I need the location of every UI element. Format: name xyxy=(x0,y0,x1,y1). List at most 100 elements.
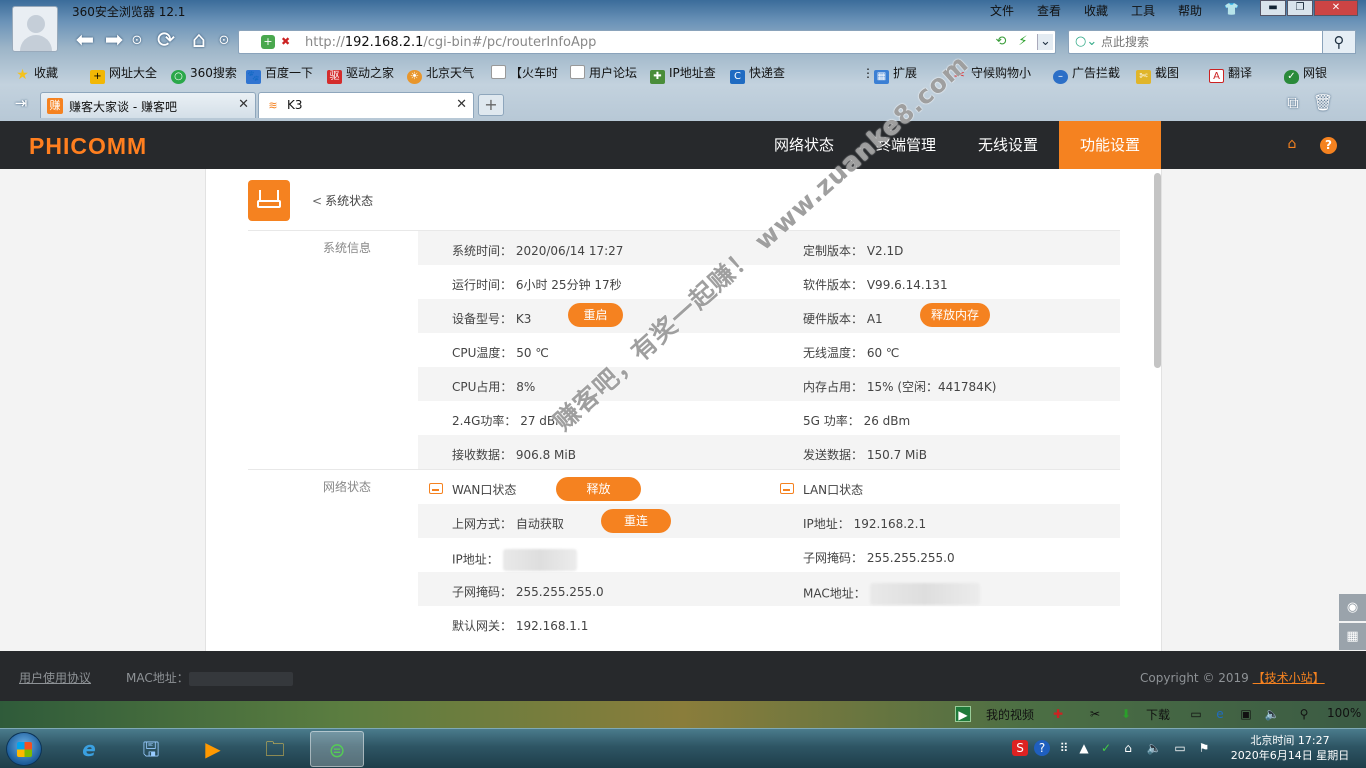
address-bar[interactable]: + ✖ http://192.168.2.1/cgi-bin#/pc/route… xyxy=(238,30,1056,54)
bookmark-adblock[interactable]: – 广告拦截 xyxy=(1053,64,1120,84)
bookmark-360-search[interactable]: ○ 360搜索 xyxy=(171,64,237,84)
new-tab-icon[interactable]: + xyxy=(478,94,504,116)
close-tab-icon[interactable]: ✕ xyxy=(238,97,249,112)
bookmark-translate[interactable]: A 翻译 xyxy=(1209,64,1252,83)
home-dropdown-icon[interactable]: ⊙ xyxy=(213,28,235,54)
bookmark-express[interactable]: C 快递查 xyxy=(730,64,785,84)
skin-icon[interactable]: 👕 xyxy=(1224,2,1239,16)
help-icon[interactable]: ? xyxy=(1320,137,1337,154)
start-button[interactable] xyxy=(6,732,42,766)
tab-zuanke[interactable]: 赚 赚客大家谈 - 赚客吧 ✕ xyxy=(40,92,256,118)
qr-code-icon[interactable]: ▦ xyxy=(1339,623,1366,650)
bookmark-online-bank[interactable]: ✓ 网银 xyxy=(1284,64,1327,84)
search-icon[interactable]: ⚲ xyxy=(1322,30,1356,54)
device-model: 设备型号： K3 xyxy=(452,312,532,326)
bookmark-url-directory[interactable]: + 网址大全 xyxy=(90,64,157,84)
search-engine-icon[interactable]: ○⌄ xyxy=(1075,34,1097,50)
window-icon[interactable]: ▣ xyxy=(1238,706,1254,722)
nav-function-settings[interactable]: 功能设置 xyxy=(1059,121,1161,169)
network-tray-icon[interactable]: ▭ xyxy=(1172,740,1188,756)
zoom-icon[interactable]: ⚲ xyxy=(1296,706,1312,722)
close-tab-icon[interactable]: ✕ xyxy=(456,97,467,112)
wan-default-gateway: 默认网关： 192.168.1.1 xyxy=(452,619,589,633)
browser-chrome: 360安全浏览器 12.1 文件 查看 收藏 工具 帮助 👕 ▬ ❐ ✕ ⬅ ➡… xyxy=(0,0,1366,121)
more-icon[interactable]: ⋮ xyxy=(862,64,874,82)
media-player-taskbar-icon[interactable]: ▶ xyxy=(186,731,240,767)
back-to-system-status[interactable]: < 系统状态 xyxy=(312,192,373,209)
explorer-taskbar-icon[interactable]: 🗀 xyxy=(248,731,302,767)
bookmark-train[interactable]: 【火车时 xyxy=(491,64,558,82)
zoom-level[interactable]: 100% xyxy=(1327,706,1361,720)
security-tray-icon[interactable]: ✓ xyxy=(1098,740,1114,756)
cpu-temperature: CPU温度： 50 ℃ xyxy=(452,346,549,360)
download-icon[interactable]: ⬇ xyxy=(1118,706,1134,722)
search-input[interactable] xyxy=(1101,34,1311,50)
refresh-icon[interactable]: ⟳ xyxy=(155,28,177,54)
video-icon[interactable]: ▶ xyxy=(955,706,971,722)
input-icon[interactable]: ⠿ xyxy=(1056,740,1072,756)
tab-k3[interactable]: ≋ K3 ✕ xyxy=(258,92,474,118)
back-icon[interactable]: ⬅ xyxy=(74,28,96,54)
menu-view[interactable]: 查看 xyxy=(1037,2,1061,19)
reboot-button[interactable]: 重启 xyxy=(568,303,623,327)
user-agreement-link[interactable]: 用户使用协议 xyxy=(19,669,91,686)
bookmark-screenshot[interactable]: ✄ 截图 xyxy=(1136,64,1179,84)
copyright: Copyright © 2019 【技术小站】 xyxy=(1140,671,1325,685)
reconnect-button[interactable]: 重连 xyxy=(601,509,671,533)
feedback-icon[interactable]: ◉ xyxy=(1339,594,1366,621)
download-label[interactable]: 下载 xyxy=(1146,706,1170,723)
lan-subnet-mask: 子网掩码： 255.255.255.0 xyxy=(803,551,955,565)
menu-help[interactable]: 帮助 xyxy=(1178,2,1202,19)
ie-taskbar-icon[interactable]: e xyxy=(62,731,116,767)
sogou-icon[interactable]: S xyxy=(1012,740,1028,756)
speed-mode-icon[interactable]: ⟲ xyxy=(993,34,1009,50)
bookmark-extensions[interactable]: ▦ 扩展 xyxy=(874,64,917,84)
router-wifi-icon[interactable]: ⌂ xyxy=(1282,136,1302,154)
message-icon[interactable]: ▭ xyxy=(1188,706,1204,722)
release-memory-button[interactable]: 释放内存 xyxy=(920,303,990,327)
trash-icon[interactable]: 🗑 xyxy=(1312,90,1334,116)
bookmark-baidu[interactable]: 🐾 百度一下 xyxy=(246,64,313,84)
show-hidden-icons[interactable]: ▲ xyxy=(1076,740,1092,756)
restore-button[interactable]: ❐ xyxy=(1287,0,1313,16)
help-tray-icon[interactable]: ? xyxy=(1034,740,1050,756)
add-icon[interactable]: ✚ xyxy=(1050,706,1066,722)
menu-tools[interactable]: 工具 xyxy=(1131,2,1155,19)
my-video[interactable]: 我的视频 xyxy=(986,706,1034,723)
bookmark-favorites[interactable]: ★ 收藏 xyxy=(15,64,58,82)
bookmark-forum[interactable]: 用户论坛 xyxy=(570,64,637,82)
nav-wireless-settings[interactable]: 无线设置 xyxy=(960,121,1056,169)
search-box[interactable]: ○⌄ ⚲ xyxy=(1068,30,1356,54)
wan-connection-type: 上网方式： 自动获取 xyxy=(452,517,564,531)
history-dropdown-icon[interactable]: ⊙ xyxy=(126,28,148,54)
sidebar-toggle-icon[interactable]: ⇥ xyxy=(10,90,32,116)
ie-icon[interactable]: e xyxy=(1212,706,1228,722)
menu-favorites[interactable]: 收藏 xyxy=(1084,2,1108,19)
360-browser-taskbar-icon[interactable]: ⊜ xyxy=(310,731,364,767)
scrollbar-thumb[interactable] xyxy=(1154,173,1161,368)
release-button[interactable]: 释放 xyxy=(556,477,641,501)
scissors-icon[interactable]: ✂ xyxy=(1087,706,1103,722)
tech-site-link[interactable]: 【技术小站】 xyxy=(1253,671,1325,685)
volume-tray-icon[interactable]: 🔈 xyxy=(1146,740,1162,756)
lan-ip-address: IP地址： 192.168.2.1 xyxy=(803,517,927,531)
flag-icon[interactable]: ⚑ xyxy=(1196,740,1212,756)
home-icon[interactable]: ⌂ xyxy=(188,28,210,54)
lightning-icon[interactable]: ⚡ xyxy=(1015,34,1031,50)
menu-file[interactable]: 文件 xyxy=(990,2,1014,19)
security-shield-icon[interactable]: + xyxy=(261,35,275,49)
volume-icon[interactable]: 🔈 xyxy=(1264,706,1280,722)
url-text[interactable]: http://192.168.2.1/cgi-bin#/pc/routerInf… xyxy=(305,35,596,50)
restore-tab-icon[interactable]: ⧉ xyxy=(1282,90,1304,116)
bookmark-driver-home[interactable]: 驱驱动之家 xyxy=(327,64,394,84)
bookmark-ip-lookup[interactable]: ✚ IP地址查 xyxy=(650,64,716,84)
minimize-button[interactable]: ▬ xyxy=(1260,0,1286,16)
forward-icon[interactable]: ➡ xyxy=(103,28,125,54)
bookmark-weather[interactable]: ☀ 北京天气 xyxy=(407,64,474,84)
usb-icon[interactable]: ⌂ xyxy=(1120,740,1136,756)
close-window-button[interactable]: ✕ xyxy=(1314,0,1358,16)
system-clock[interactable]: 北京时间 17:27 2020年6月14日 星期日 xyxy=(1222,733,1358,763)
certificate-warning-icon[interactable]: ✖ xyxy=(281,35,295,49)
address-dropdown-icon[interactable]: ⌄ xyxy=(1037,34,1053,50)
computer-taskbar-icon[interactable]: 🖫 xyxy=(124,731,178,767)
